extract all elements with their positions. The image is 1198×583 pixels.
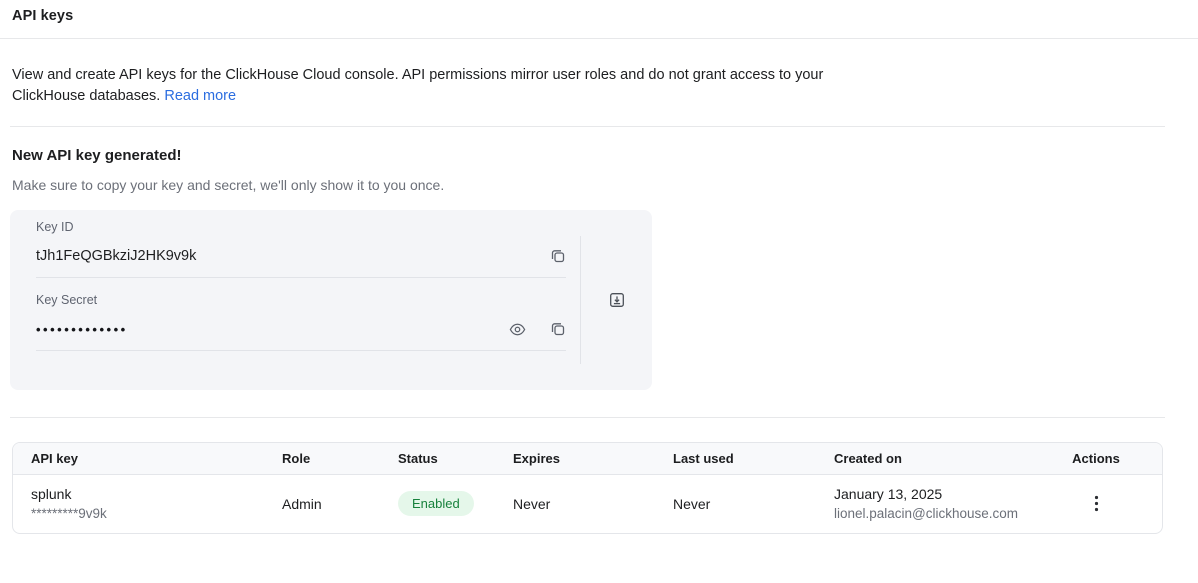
key-secret-field: Key Secret ••••••••••••• bbox=[36, 278, 566, 351]
api-keys-table-container: API key Role Status Expires Last used Cr… bbox=[12, 442, 1163, 534]
copy-icon bbox=[550, 321, 566, 337]
download-icon bbox=[608, 291, 626, 309]
page-title: API keys bbox=[12, 6, 1186, 26]
description-text: View and create API keys for the ClickHo… bbox=[12, 67, 823, 104]
copy-icon bbox=[550, 248, 566, 264]
created-by-email: lionel.palacin@clickhouse.com bbox=[834, 504, 1044, 523]
banner-subtitle: Make sure to copy your key and secret, w… bbox=[12, 176, 1186, 195]
key-secret-masked-value: ••••••••••••• bbox=[36, 322, 128, 337]
api-key-cell: splunk *********9v9k bbox=[13, 474, 264, 533]
copy-secret-button[interactable] bbox=[550, 321, 566, 337]
page-header: API keys bbox=[0, 0, 1198, 26]
key-secret-row: ••••••••••••• bbox=[36, 308, 566, 350]
api-keys-table: API key Role Status Expires Last used Cr… bbox=[13, 443, 1162, 533]
banner-title: New API key generated! bbox=[12, 146, 1186, 166]
page-description: View and create API keys for the ClickHo… bbox=[12, 65, 830, 107]
key-secret-label: Key Secret bbox=[36, 293, 566, 308]
key-id-label: Key ID bbox=[36, 220, 566, 235]
col-header-role: Role bbox=[264, 443, 380, 474]
header-divider bbox=[0, 38, 1198, 39]
eye-icon bbox=[509, 321, 526, 338]
col-header-last-used: Last used bbox=[655, 443, 816, 474]
section-divider bbox=[10, 126, 1165, 127]
col-header-expires: Expires bbox=[495, 443, 655, 474]
created-on-date: January 13, 2025 bbox=[834, 484, 1044, 504]
col-header-created-on: Created on bbox=[816, 443, 1044, 474]
col-header-actions: Actions bbox=[1044, 443, 1162, 474]
download-key-button[interactable] bbox=[608, 291, 626, 309]
new-key-banner: New API key generated! Make sure to copy… bbox=[0, 146, 1198, 390]
key-id-row: tJh1FeQGBkziJ2HK9v9k bbox=[36, 235, 566, 277]
key-fields: Key ID tJh1FeQGBkziJ2HK9v9k Key Secret •… bbox=[10, 210, 580, 390]
download-column bbox=[581, 210, 652, 390]
copy-key-id-button[interactable] bbox=[550, 248, 566, 264]
created-on-cell: January 13, 2025 lionel.palacin@clickhou… bbox=[816, 474, 1044, 533]
table-header-row: API key Role Status Expires Last used Cr… bbox=[13, 443, 1162, 474]
col-header-api-key: API key bbox=[13, 443, 264, 474]
last-used-cell: Never bbox=[655, 474, 816, 533]
read-more-link[interactable]: Read more bbox=[164, 88, 236, 104]
table-row: splunk *********9v9k Admin Enabled Never… bbox=[13, 474, 1162, 533]
actions-cell bbox=[1044, 474, 1162, 533]
status-cell: Enabled bbox=[380, 474, 495, 533]
api-keys-page: API keys View and create API keys for th… bbox=[0, 0, 1198, 583]
kebab-menu-icon bbox=[1094, 495, 1099, 512]
status-badge: Enabled bbox=[398, 491, 474, 516]
key-id-actions bbox=[550, 248, 566, 264]
role-cell: Admin bbox=[264, 474, 380, 533]
row-actions-kebab-button[interactable] bbox=[1090, 491, 1103, 516]
table-section-divider bbox=[10, 417, 1165, 418]
col-header-status: Status bbox=[380, 443, 495, 474]
key-secret-actions bbox=[509, 321, 566, 338]
api-key-masked: *********9v9k bbox=[31, 504, 264, 523]
reveal-secret-button[interactable] bbox=[509, 321, 526, 338]
expires-cell: Never bbox=[495, 474, 655, 533]
key-id-value: tJh1FeQGBkziJ2HK9v9k bbox=[36, 248, 196, 264]
api-key-name: splunk bbox=[31, 484, 264, 504]
key-panel: Key ID tJh1FeQGBkziJ2HK9v9k Key Secret •… bbox=[10, 210, 652, 390]
key-id-field: Key ID tJh1FeQGBkziJ2HK9v9k bbox=[36, 220, 566, 278]
